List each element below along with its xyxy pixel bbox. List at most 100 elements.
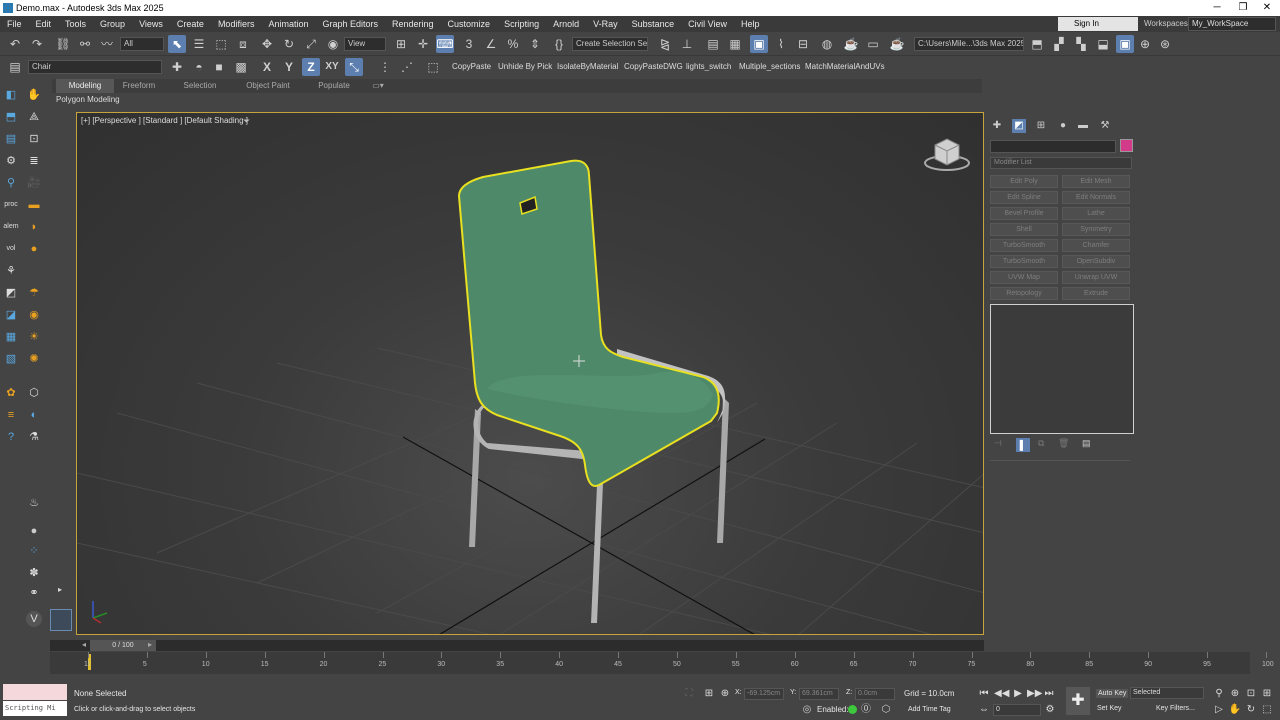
modifier-symmetry[interactable]: Symmetry [1062, 223, 1130, 236]
menu-help[interactable]: Help [734, 19, 767, 29]
layout-icon-4[interactable]: ▣ [1116, 35, 1134, 53]
orbit-icon[interactable]: ↻ [1244, 703, 1258, 717]
reference-coord-select[interactable]: View [344, 37, 386, 51]
viewport-icon-1[interactable]: ⊕ [1136, 35, 1154, 53]
tool-icon-19[interactable]: ◉ [26, 307, 42, 323]
key-mode-select[interactable]: Selected [1130, 687, 1204, 699]
unlink-icon[interactable]: ⚯ [76, 35, 94, 53]
vray-icon[interactable]: V [26, 611, 42, 627]
menu-customize[interactable]: Customize [441, 19, 498, 29]
script-unhide-by-pick[interactable]: Unhide By Pick [498, 62, 552, 71]
object-color-swatch[interactable] [1120, 139, 1133, 152]
sign-in-button[interactable]: Sign In [1058, 17, 1138, 31]
expand-toolbar-icon[interactable]: ▸ [52, 582, 68, 598]
place-icon[interactable]: ◉ [324, 35, 342, 53]
track-bar[interactable]: 1\ 5 10 15 20 25 30 35 40 45 50 55 60 65 70 75 80 85 90 95 1… [50, 652, 1274, 674]
menu-substance[interactable]: Substance [625, 19, 682, 29]
menu-civil-view[interactable]: Civil View [681, 19, 734, 29]
zoom-extents-all-icon[interactable]: ⊞ [1260, 687, 1274, 701]
tool-icon-17[interactable]: ☂ [26, 285, 42, 301]
display-tab-icon[interactable]: ▬ [1076, 119, 1090, 133]
zoom-extents-icon[interactable]: ⊡ [1244, 687, 1258, 701]
axis-z-button[interactable]: Z [302, 58, 320, 76]
zoom-icon[interactable]: ⚲ [1212, 687, 1226, 701]
close-button[interactable]: ✕ [1254, 0, 1280, 16]
modifier-edit-poly[interactable]: Edit Poly [990, 175, 1058, 188]
object-name-field[interactable] [990, 140, 1116, 153]
script-isolate-by-material[interactable]: IsolateByMaterial [557, 62, 618, 71]
tool-icon-30[interactable]: ♨ [26, 495, 42, 511]
modifier-bevel-profile[interactable]: Bevel Profile [990, 207, 1058, 220]
y-coordinate-field[interactable]: 69.361cm [799, 688, 839, 700]
script-match-material-uvs[interactable]: MatchMaterialAndUVs [805, 62, 885, 71]
modifier-turbosmooth[interactable]: TurboSmooth [990, 239, 1058, 252]
snap-region-icon[interactable]: ⬚ [424, 58, 442, 76]
keyboard-shortcut-override-icon[interactable]: ⌨ [436, 35, 454, 53]
named-selection-select[interactable]: Create Selection Se [572, 37, 648, 51]
tab-selection[interactable]: Selection [178, 79, 222, 93]
auto-key-button[interactable]: Auto Key [1096, 689, 1129, 698]
add-time-tag-button[interactable]: Add Time Tag [908, 706, 951, 713]
utilities-tab-icon[interactable]: ⚒ [1098, 119, 1112, 133]
schematic-view-icon[interactable]: ⊟ [794, 35, 812, 53]
modifier-edit-mesh[interactable]: Edit Mesh [1062, 175, 1130, 188]
set-key-button[interactable]: Set Key [1097, 705, 1122, 712]
redo-icon[interactable]: ↷ [28, 35, 46, 53]
menu-create[interactable]: Create [170, 19, 211, 29]
field-of-view-icon[interactable]: ▷ [1212, 703, 1226, 717]
modifier-extrude[interactable]: Extrude [1062, 287, 1130, 300]
menu-graph-editors[interactable]: Graph Editors [315, 19, 385, 29]
workspace-select[interactable]: My_WorkSpace [1188, 17, 1276, 31]
adaptive-degradation-icon[interactable]: ◎ [800, 703, 814, 717]
tool-icon-2[interactable]: ⬒ [3, 109, 19, 125]
prev-key-icon[interactable]: ◀◀ [994, 687, 1009, 701]
hand-icon[interactable]: ✋ [26, 87, 42, 103]
enabled-indicator[interactable] [848, 705, 857, 714]
proc-icon[interactable]: proc [3, 197, 19, 213]
modifier-edit-normals[interactable]: Edit Normals [1062, 191, 1130, 204]
menu-edit[interactable]: Edit [29, 19, 59, 29]
tool-icon-7[interactable]: ≣ [26, 153, 42, 169]
modifier-turbosmooth-2[interactable]: TurboSmooth [990, 255, 1058, 268]
sun-icon[interactable]: ☀ [26, 329, 42, 345]
tool-icon-20[interactable]: ▦ [3, 329, 19, 345]
layout-icon-2[interactable]: ▚ [1072, 35, 1090, 53]
axis-constraint-icon[interactable]: ⤡ [345, 58, 363, 76]
modifier-lathe[interactable]: Lathe [1062, 207, 1130, 220]
tool-icon-26[interactable]: ≡ [3, 407, 19, 423]
go-to-end-icon[interactable]: ⏭ [1042, 687, 1056, 701]
configure-sets-icon[interactable]: ▤ [1082, 438, 1091, 449]
tab-freeform[interactable]: Freeform [118, 79, 160, 93]
pin-stack-icon[interactable]: ⊣ [994, 438, 1002, 449]
absolute-mode-icon[interactable]: ⊕ [718, 687, 732, 701]
isolate-layer-icon[interactable]: ▩ [232, 58, 250, 76]
percent-snap-icon[interactable]: % [504, 35, 522, 53]
time-slider-track[interactable]: 0 / 100 ◂ ▸ [50, 640, 984, 651]
vol-icon[interactable]: vol [3, 241, 19, 257]
polygon-modeling-label[interactable]: Polygon Modeling [56, 95, 120, 104]
show-end-result-icon[interactable]: ▌ [1016, 438, 1030, 452]
snap-vertex-icon[interactable]: ⋰ [398, 58, 416, 76]
rotate-icon[interactable]: ↻ [280, 35, 298, 53]
go-to-start-icon[interactable]: ⏮ [977, 687, 991, 701]
maxscript-input[interactable]: Scripting Mi [3, 701, 67, 716]
render-icon[interactable]: ☕ [888, 35, 906, 53]
menu-vray[interactable]: V-Ray [586, 19, 625, 29]
modifier-stack[interactable] [990, 304, 1134, 434]
remove-modifier-icon[interactable]: 🗑 [1058, 438, 1069, 449]
curve-editor-icon[interactable]: ⌇ [772, 35, 790, 53]
pan-icon[interactable]: ✋ [1228, 703, 1242, 717]
selection-lock-icon[interactable]: ⊞ [702, 687, 716, 701]
cube-icon[interactable]: ⬡ [26, 385, 42, 401]
menu-views[interactable]: Views [132, 19, 170, 29]
select-layer-icon[interactable]: ■ [210, 58, 228, 76]
motion-tab-icon[interactable]: ● [1056, 119, 1070, 133]
camera-icon[interactable]: 🎥 [26, 175, 42, 191]
window-crossing-icon[interactable]: ⧈ [234, 35, 252, 53]
viewport-icon-2[interactable]: ⊛ [1156, 35, 1174, 53]
tool-icon-8[interactable]: ⚲ [3, 175, 19, 191]
current-frame-field[interactable]: 0 [993, 704, 1041, 716]
mirror-icon[interactable]: ⧎ [656, 35, 674, 53]
material-editor-icon[interactable]: ◍ [818, 35, 836, 53]
tool-icon-10[interactable]: ▬ [26, 197, 42, 213]
